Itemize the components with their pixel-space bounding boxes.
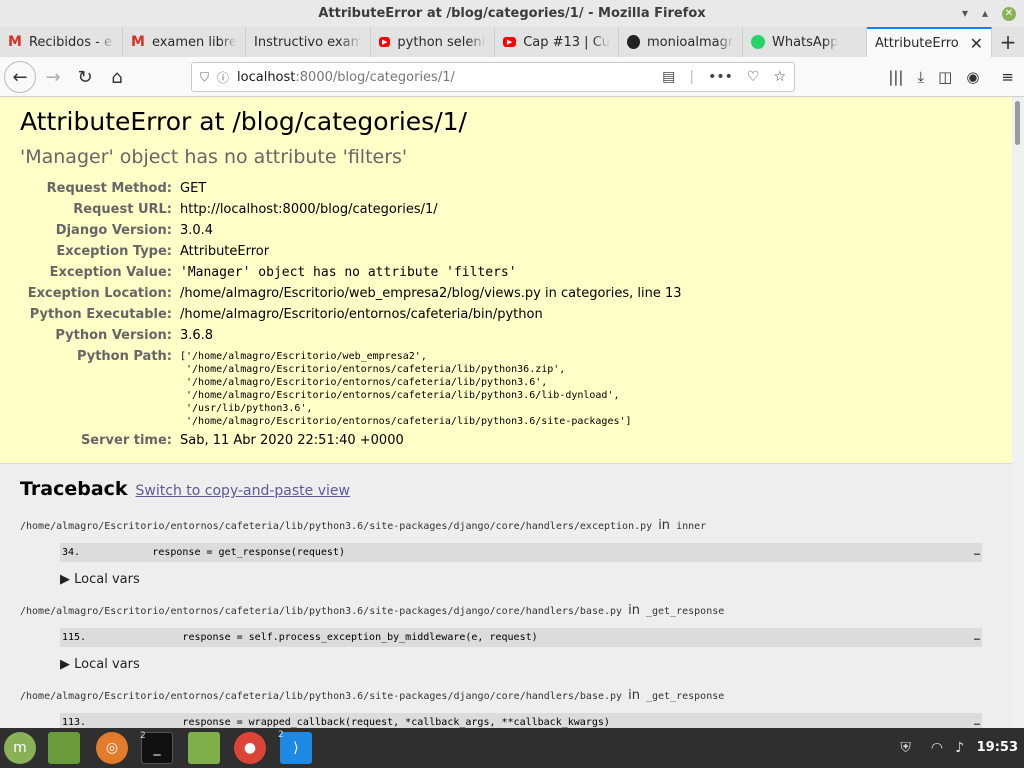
url-bar[interactable]: ⛉ ⓘ localhost:8000/blog/categories/1/ ▤ … <box>191 62 795 92</box>
window-title: AttributeError at /blog/categories/1/ - … <box>318 6 706 21</box>
meta-row: Python Executable:/home/almagro/Escritor… <box>29 307 543 322</box>
vscode-icon[interactable]: 2 ⟩ <box>278 730 312 764</box>
files-icon[interactable] <box>188 732 220 764</box>
download-icon[interactable]: ⤓ <box>918 68 925 86</box>
account-icon[interactable]: ◉ <box>966 68 979 86</box>
os-taskbar: m ◎ 2 _ ● 2 ⟩ ⛨ ◠ ♪ 19:53 <box>0 728 1024 768</box>
wifi-icon[interactable]: ◠ <box>931 740 943 756</box>
code-context-line[interactable]: 113. response = wrapped_callback(request… <box>60 713 982 728</box>
error-summary: AttributeError at /blog/categories/1/ 'M… <box>0 97 1012 464</box>
meta-row: Python Version: 3.6.8 <box>55 328 214 343</box>
shield-tray-icon[interactable]: ⛨ <box>900 740 911 756</box>
frame-path: /home/almagro/Escritorio/entornos/cafete… <box>20 603 725 618</box>
home-icon: ⌂ <box>111 66 123 88</box>
meta-row: Exception Location:/home/almagro/Escrito… <box>27 286 682 301</box>
bookmark-star-icon[interactable]: ☆ <box>773 69 786 85</box>
new-tab-button[interactable]: + <box>992 27 1024 57</box>
more-actions-icon[interactable]: ••• <box>708 69 733 85</box>
close-tab-icon[interactable]: ✕ <box>970 34 983 53</box>
github-icon <box>627 35 640 49</box>
url-separator: | <box>689 69 695 85</box>
url-host: localhost <box>237 69 296 85</box>
tab-cap13[interactable]: ▶ Cap #13 | Cur <box>495 27 619 57</box>
window-titlebar: AttributeError at /blog/categories/1/ - … <box>0 0 1024 27</box>
tab-examen-libre[interactable]: M examen libre <box>123 27 246 57</box>
youtube-icon: ▶ <box>379 37 391 47</box>
arrow-left-icon: ← <box>12 66 28 88</box>
clock[interactable]: 19:53 <box>977 728 1018 768</box>
url-actions: ▤ | ••• ♡ ☆ <box>662 63 786 91</box>
local-vars-toggle[interactable]: ▶ Local vars <box>60 657 992 672</box>
close-window-icon[interactable]: ✕ <box>1002 6 1016 21</box>
firefox-icon[interactable]: ◎ <box>96 732 128 764</box>
gmail-icon: M <box>131 34 145 50</box>
volume-icon[interactable]: ♪ <box>955 740 964 756</box>
gmail-icon: M <box>8 34 22 50</box>
page-scrollbar[interactable] <box>1012 97 1024 728</box>
error-title: AttributeError at /blog/categories/1/ <box>20 107 467 136</box>
back-button[interactable]: ← <box>4 61 36 93</box>
frame-path: /home/almagro/Escritorio/entornos/cafete… <box>20 518 707 533</box>
menu-icon[interactable]: ≡ <box>1001 68 1014 86</box>
mint-menu-icon[interactable]: m <box>4 732 36 764</box>
traceback-header: Traceback Switch to copy-and-paste view <box>20 478 992 500</box>
forward-button[interactable]: → <box>38 62 68 92</box>
reload-button[interactable]: ↻ <box>70 62 100 92</box>
expand-context-icon[interactable]: … <box>974 628 980 647</box>
shield-icon[interactable]: ⛉ <box>200 70 209 85</box>
reader-view-icon[interactable]: ▤ <box>662 69 675 85</box>
tab-github[interactable]: monioalmagro <box>619 27 743 57</box>
url-path: :8000/blog/categories/1/ <box>295 69 455 85</box>
sidebar-icon[interactable]: ◫ <box>938 68 952 86</box>
youtube-icon: ▶ <box>503 37 517 47</box>
meta-row: Exception Type: AttributeError <box>56 244 270 259</box>
whatsapp-icon <box>751 35 765 49</box>
tab-recibidos[interactable]: M Recibidos - en <box>0 27 123 57</box>
meta-row: Request URL: http://localhost:8000/blog/c… <box>73 202 438 217</box>
pocket-icon[interactable]: ♡ <box>747 69 760 85</box>
code-context-line[interactable]: 34. response = get_response(request)… <box>60 543 982 562</box>
minimize-icon[interactable]: ▾ <box>962 0 968 27</box>
meta-row: Server time: Sab, 11 Abr 2020 22:51:40 +0… <box>80 433 404 448</box>
expand-context-icon[interactable]: … <box>974 543 980 562</box>
meta-row: Django Version: 3.0.4 <box>55 223 214 238</box>
meta-row: Exception Value: 'Manager' object has no … <box>49 265 517 280</box>
navigation-bar: ← → ↻ ⌂ ⛉ ⓘ localhost:8000/blog/categori… <box>0 57 1024 97</box>
system-tray: ⛨ ◠ ♪ <box>900 728 964 768</box>
show-desktop-icon[interactable] <box>48 732 80 764</box>
tab-attributeerror[interactable]: AttributeError ✕ <box>867 27 992 57</box>
tab-bar: M Recibidos - en M examen libre Instruct… <box>0 27 1024 57</box>
traceback-section: Traceback Switch to copy-and-paste view … <box>0 464 1012 728</box>
error-message: 'Manager' object has no attribute 'filte… <box>20 146 408 168</box>
page-content: AttributeError at /blog/categories/1/ 'M… <box>0 97 1012 728</box>
toolbar-right: ||| ⤓ ◫ ◉ ≡ <box>888 62 1014 92</box>
library-icon[interactable]: ||| <box>888 68 903 86</box>
meta-row: Request Method: GET <box>46 181 207 196</box>
chrome-icon[interactable]: ● <box>234 732 266 764</box>
tab-instructivo[interactable]: Instructivo exam <box>246 27 371 57</box>
terminal-icon[interactable]: 2 _ <box>140 731 173 764</box>
traceback-title: Traceback <box>20 478 128 500</box>
maximize-icon[interactable]: ▴ <box>982 0 988 27</box>
window-controls: ▾ ▴ ✕ <box>962 0 1016 27</box>
expand-context-icon[interactable]: … <box>974 713 980 728</box>
local-vars-toggle[interactable]: ▶ Local vars <box>60 572 992 587</box>
info-icon[interactable]: ⓘ <box>217 69 229 86</box>
arrow-right-icon: → <box>45 66 61 88</box>
code-context-line[interactable]: 115. response = self.process_exception_b… <box>60 628 982 647</box>
frame-path: /home/almagro/Escritorio/entornos/cafete… <box>20 688 725 703</box>
reload-icon: ↻ <box>77 66 93 88</box>
copy-paste-view-link[interactable]: Switch to copy-and-paste view <box>136 483 350 499</box>
plus-icon: + <box>999 30 1017 54</box>
scrollbar-thumb[interactable] <box>1015 101 1020 145</box>
tab-whatsapp[interactable]: WhatsApp <box>743 27 867 57</box>
request-meta-table: Request Method: GET Request URL: http://lo… <box>20 178 682 451</box>
tab-python-selenium[interactable]: ▶ python selenium <box>371 27 495 57</box>
meta-row-python-path: Python Path: ['/home/almagro/Escritorio/… <box>76 349 632 427</box>
home-button[interactable]: ⌂ <box>102 62 132 92</box>
